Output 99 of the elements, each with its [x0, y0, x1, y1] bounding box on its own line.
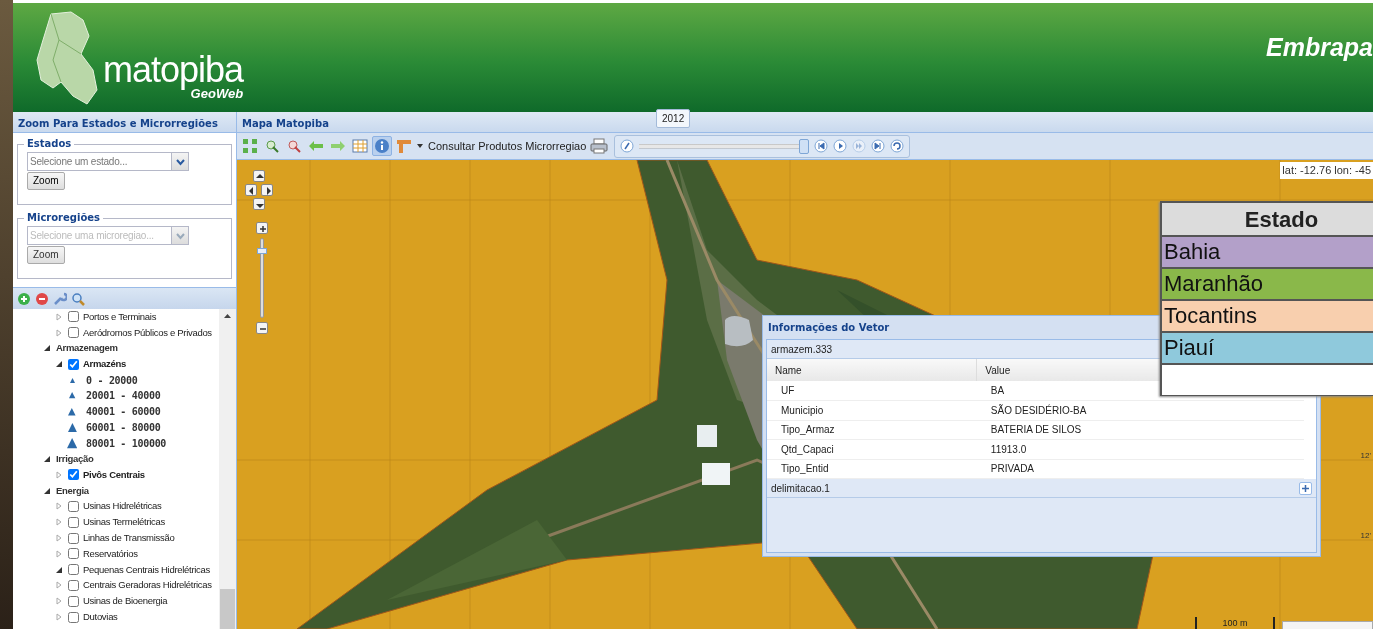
zoom-out-button[interactable]: [256, 322, 268, 334]
legend-row: Maranhão: [1162, 269, 1373, 301]
tree-label[interactable]: Pequenas Centrais Hidrelétricas: [82, 562, 211, 577]
checkbox[interactable]: [68, 311, 79, 323]
timeline-slider[interactable]: [639, 137, 810, 155]
caret-icon[interactable]: [176, 159, 185, 166]
table-cell: BATERIA DE SILOS: [976, 420, 1304, 440]
legend-label: 60001 - 80000: [85, 420, 162, 435]
last-icon[interactable]: [871, 139, 886, 153]
table-cell: Municipio: [767, 400, 977, 420]
table-cell: UF: [767, 381, 977, 401]
tree-label[interactable]: Armazéns: [82, 357, 127, 372]
tree-label[interactable]: Pivôs Centrais: [82, 467, 146, 482]
legend-row: Tocantins: [1162, 301, 1373, 333]
play-icon[interactable]: [833, 139, 848, 153]
triangle-icon: [69, 377, 75, 383]
table-cell: Tipo_Armaz: [767, 420, 977, 440]
expander-icon[interactable]: [43, 344, 51, 353]
pan-up-button[interactable]: [253, 170, 265, 182]
tree-label[interactable]: Usinas de Bioenergia: [82, 594, 169, 609]
tree-label[interactable]: Usinas Termelétricas: [82, 515, 166, 530]
scrollbar[interactable]: [219, 309, 236, 629]
select-field[interactable]: Selecione um estado...: [27, 152, 171, 171]
minus-icon[interactable]: [259, 328, 267, 330]
panel-title: Zoom Para Estados e Microrregiões: [13, 112, 236, 133]
fieldset-legend: Estados: [24, 139, 75, 149]
group-header[interactable]: delimitacao.1: [767, 479, 1316, 498]
table-cell: Qtd_Capaci: [767, 439, 977, 459]
checkbox[interactable]: [68, 579, 79, 591]
tree-label[interactable]: Irrigação: [55, 451, 95, 467]
arrow-down-icon[interactable]: [256, 204, 264, 208]
arrow-up-icon[interactable]: [256, 174, 264, 178]
zoom-slider[interactable]: [260, 238, 264, 318]
logo-subtitle: GeoWeb: [190, 86, 244, 100]
table-cell: SÃO DESIDÉRIO-BA: [976, 400, 1304, 420]
tree-label[interactable]: Reservatórios: [82, 546, 139, 561]
scroll-thumb[interactable]: [220, 589, 235, 629]
search-icon[interactable]: [71, 291, 85, 306]
legend-title: Estado: [1162, 203, 1373, 237]
checkbox[interactable]: [68, 358, 79, 370]
grid-label: 12': [1360, 450, 1371, 462]
dropdown-button[interactable]: [171, 152, 189, 171]
checkbox[interactable]: [68, 595, 79, 607]
printer-icon[interactable]: [590, 138, 609, 154]
query-button[interactable]: Consultar Produtos Microrregiao: [426, 137, 589, 155]
table-cell: 11913.0: [976, 439, 1304, 459]
legend-label: 0 - 20000: [85, 373, 139, 388]
column-header[interactable]: Name: [767, 359, 977, 381]
speed-icon[interactable]: [620, 139, 635, 153]
pan-right-button[interactable]: [261, 184, 273, 196]
checkbox[interactable]: [68, 516, 79, 528]
zoom-button[interactable]: Zoom: [27, 172, 65, 190]
expander-icon[interactable]: [43, 486, 51, 495]
add-icon[interactable]: [17, 291, 31, 306]
checkbox[interactable]: [68, 611, 79, 623]
pan-left-button[interactable]: [245, 184, 257, 196]
expander-icon[interactable]: [55, 565, 63, 574]
group-label: delimitacao.1: [771, 481, 830, 496]
tooltip: 2012: [656, 109, 691, 128]
first-icon[interactable]: [814, 139, 829, 153]
arrow-right-icon[interactable]: [267, 187, 271, 195]
checkbox[interactable]: [68, 500, 79, 512]
fieldset-legend: Microregiões: [24, 213, 103, 223]
tree-label[interactable]: Energia: [55, 483, 90, 498]
checkbox[interactable]: [68, 564, 79, 576]
tree-label[interactable]: Portos e Terminais: [82, 309, 158, 324]
tree-label[interactable]: Armazenagem: [55, 341, 119, 356]
legend-row: Bahia: [1162, 237, 1373, 269]
pan-down-button[interactable]: [253, 198, 265, 210]
grid-label: 12': [1360, 530, 1371, 542]
expander-icon[interactable]: [43, 455, 51, 464]
checkbox[interactable]: [68, 532, 79, 544]
checkbox[interactable]: [68, 469, 79, 481]
caret-icon[interactable]: [416, 143, 424, 149]
tree-label[interactable]: Linhas de Transmissão: [82, 530, 176, 546]
legend-label: 80001 - 100000: [85, 436, 168, 451]
tree-label[interactable]: Aeródromos Públicos e Privados: [82, 325, 213, 340]
table-cell: PRIVADA: [976, 459, 1304, 479]
triangle-icon: [67, 437, 77, 449]
tree-label[interactable]: Centrais Geradoras Hidrelétricas: [82, 578, 213, 593]
checkbox[interactable]: [68, 548, 79, 560]
legend-label: 40001 - 60000: [85, 405, 162, 420]
popup-title: Informações do Vetor: [767, 321, 891, 335]
arrow-left-icon[interactable]: [249, 187, 253, 195]
legend-row: Piauí: [1162, 333, 1373, 365]
tree-label[interactable]: Usinas Hidrelétricas: [82, 499, 163, 514]
scale-bar: 100 m: [1195, 617, 1275, 629]
coordinates-readout: lat: -12.76 lon: -45: [1280, 162, 1373, 179]
remove-icon[interactable]: [35, 291, 49, 306]
loop-icon[interactable]: [890, 139, 905, 153]
checkbox[interactable]: [68, 327, 79, 339]
table-cell: Tipo_Entid: [767, 459, 977, 479]
logo-text: matopiba: [103, 51, 244, 88]
tree-label[interactable]: Dutovias: [82, 609, 119, 625]
brand-logo-text: Embrapa: [1266, 35, 1373, 60]
legend-label: 20001 - 40000: [85, 389, 162, 404]
wrench-icon[interactable]: [53, 291, 67, 306]
expander-icon[interactable]: [55, 360, 63, 369]
group-label: armazem.333: [771, 342, 833, 357]
